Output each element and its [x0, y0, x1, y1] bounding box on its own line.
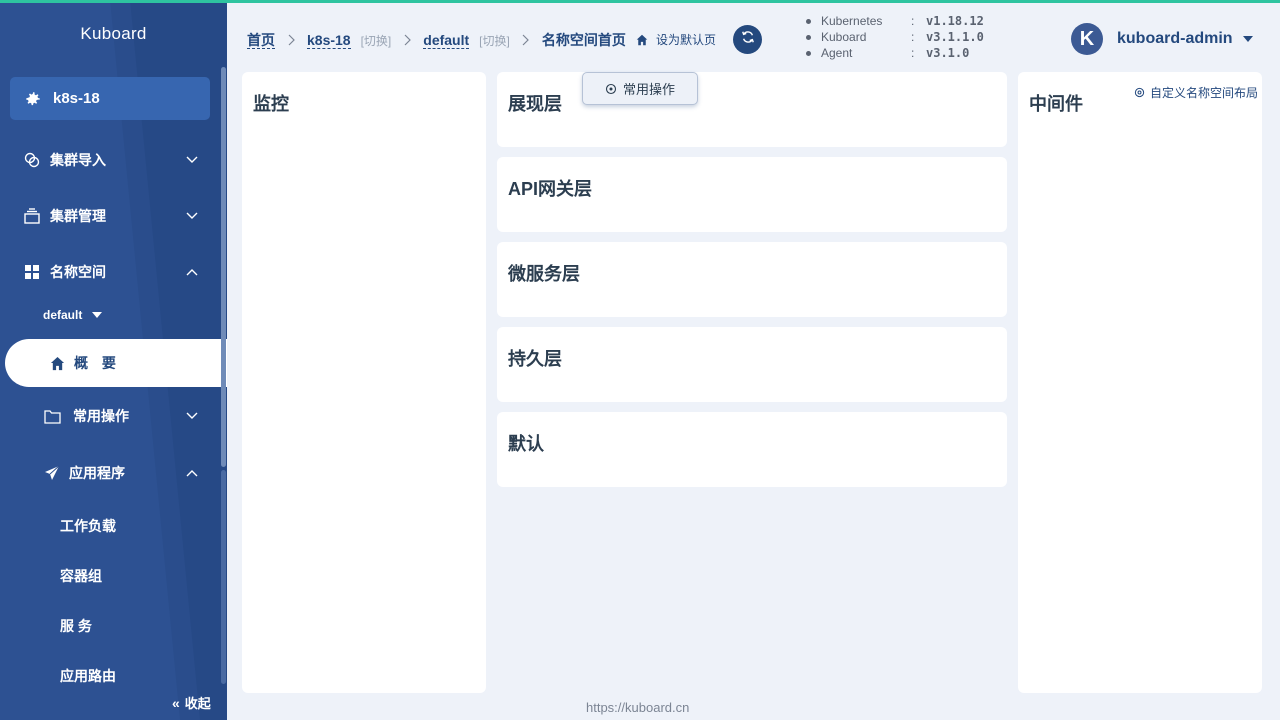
user-menu[interactable]: K kuboard-admin	[1071, 23, 1253, 55]
breadcrumb-namespace[interactable]: default	[423, 32, 470, 49]
double-chevron-left-icon: «	[172, 694, 180, 711]
panel-api-gateway-layer: API网关层	[497, 157, 1007, 232]
version-separator: :	[911, 46, 915, 60]
breadcrumb-cluster-switch[interactable]: [切换]	[361, 32, 392, 49]
footer-link[interactable]: https://kuboard.cn	[586, 700, 689, 715]
set-default-label: 设为默认页	[656, 33, 717, 47]
refresh-icon	[741, 30, 755, 49]
sidebar-subitem-ingress[interactable]: 应用路由	[60, 666, 116, 686]
bullet-icon	[806, 18, 811, 24]
collapse-label: 收起	[184, 696, 211, 711]
breadcrumb-current: 名称空间首页	[541, 32, 626, 48]
version-row-agent: Agent : v3.1.0	[806, 45, 984, 61]
settings-icon	[1134, 87, 1145, 98]
sidebar-scrollbar-thumb[interactable]	[221, 67, 226, 467]
sidebar-item-overview[interactable]: 概 要	[5, 339, 227, 387]
panel-persistence-layer: 持久层	[497, 327, 1007, 402]
sidebar-item-common-ops[interactable]: 常用操作	[0, 396, 222, 436]
cluster-selector[interactable]: k8s-18	[10, 77, 210, 120]
sidebar-item-label: 概 要	[74, 355, 121, 371]
set-default-page-button[interactable]: 设为默认页	[636, 31, 716, 48]
chevron-up-icon	[185, 466, 199, 480]
common-ops-popup-button[interactable]: 常用操作	[582, 72, 698, 105]
cluster-name: k8s-18	[53, 90, 100, 107]
bullet-icon	[806, 34, 811, 40]
refresh-button[interactable]	[733, 25, 762, 54]
chevron-right-icon	[402, 34, 412, 46]
sidebar-item-apps[interactable]: 应用程序	[0, 453, 222, 493]
customize-layout-link[interactable]: 自定义名称空间布局	[1134, 84, 1258, 101]
breadcrumb-namespace-switch[interactable]: [切换]	[479, 32, 510, 49]
sidebar-subitem-workloads[interactable]: 工作负载	[60, 516, 116, 536]
home-icon	[636, 34, 648, 46]
folder-icon	[43, 407, 61, 425]
panel-default-layer: 默认	[497, 412, 1007, 487]
version-row-kubernetes: Kubernetes : v1.18.12	[806, 13, 984, 29]
panel-title: API网关层	[508, 179, 593, 199]
namespace-dropdown[interactable]: default	[43, 308, 103, 322]
version-value: v1.18.12	[926, 14, 984, 28]
sidebar: Kuboard k8s-18 集群导入 集群管理 名称空间 default 概 …	[0, 0, 227, 720]
version-row-kuboard: Kuboard : v3.1.1.0	[806, 29, 984, 45]
grid-icon	[23, 263, 41, 281]
panel-title: 监控	[253, 94, 289, 114]
gear-icon	[24, 90, 42, 108]
panel-title: 微服务层	[508, 264, 580, 284]
panel-title: 默认	[508, 434, 544, 454]
sidebar-item-cluster-import[interactable]: 集群导入	[0, 140, 222, 180]
popup-button-label: 常用操作	[622, 82, 675, 97]
chevron-right-icon	[521, 34, 531, 46]
caret-down-icon	[1242, 36, 1253, 42]
version-separator: :	[911, 30, 915, 44]
version-value: v3.1.0	[926, 46, 970, 60]
sidebar-subitem-pods[interactable]: 容器组	[60, 566, 102, 586]
link-icon	[23, 151, 41, 169]
version-name: Kubernetes	[821, 14, 883, 28]
version-value: v3.1.1.0	[926, 30, 984, 44]
version-separator: :	[911, 14, 915, 28]
version-info: Kubernetes : v1.18.12 Kuboard : v3.1.1.0…	[806, 13, 984, 61]
sidebar-scrollbar-track	[221, 470, 226, 684]
panel-title: 展现层	[508, 94, 562, 114]
chevron-right-icon	[286, 34, 296, 46]
panel-presentation-layer: 展现层	[497, 72, 1007, 147]
sidebar-collapse-button[interactable]: « 收起	[172, 693, 211, 712]
breadcrumb-home[interactable]: 首页	[247, 32, 275, 49]
breadcrumb: 首页 k8s-18 [切换] default [切换] 名称空间首页	[247, 30, 626, 50]
brand-title: Kuboard	[80, 24, 147, 43]
bullet-icon	[806, 50, 811, 56]
top-accent-bar	[0, 0, 1280, 3]
sidebar-item-label: 集群管理	[50, 208, 106, 224]
version-name: Agent	[821, 46, 853, 60]
stack-icon	[23, 207, 41, 225]
sidebar-item-label: 集群导入	[50, 152, 106, 168]
chevron-up-icon	[185, 265, 199, 279]
chevron-down-icon	[185, 153, 199, 167]
panel-title: 持久层	[508, 349, 562, 369]
panel-monitor: 监控	[242, 72, 486, 693]
version-name: Kuboard	[821, 30, 867, 44]
sidebar-item-label: 名称空间	[50, 264, 106, 280]
sidebar-item-label: 常用操作	[73, 408, 129, 424]
customize-layout-label: 自定义名称空间布局	[1150, 86, 1259, 100]
namespace-dropdown-value: default	[43, 308, 83, 322]
panel-title: 中间件	[1029, 94, 1083, 114]
sidebar-subitem-services[interactable]: 服 务	[60, 616, 92, 636]
sidebar-item-cluster-manage[interactable]: 集群管理	[0, 196, 222, 236]
username: kuboard-admin	[1117, 30, 1233, 47]
chevron-down-icon	[185, 409, 199, 423]
sidebar-item-namespace[interactable]: 名称空间	[0, 252, 222, 292]
sidebar-item-label: 应用程序	[69, 465, 125, 481]
panel-microservice-layer: 微服务层	[497, 242, 1007, 317]
panel-middleware: 中间件	[1018, 72, 1262, 693]
home-icon	[49, 355, 65, 371]
avatar: K	[1071, 23, 1103, 55]
cursor-hand-icon	[605, 83, 617, 95]
paper-plane-icon	[43, 464, 61, 482]
chevron-down-icon	[185, 209, 199, 223]
caret-down-icon	[92, 312, 103, 318]
breadcrumb-cluster[interactable]: k8s-18	[307, 32, 351, 49]
